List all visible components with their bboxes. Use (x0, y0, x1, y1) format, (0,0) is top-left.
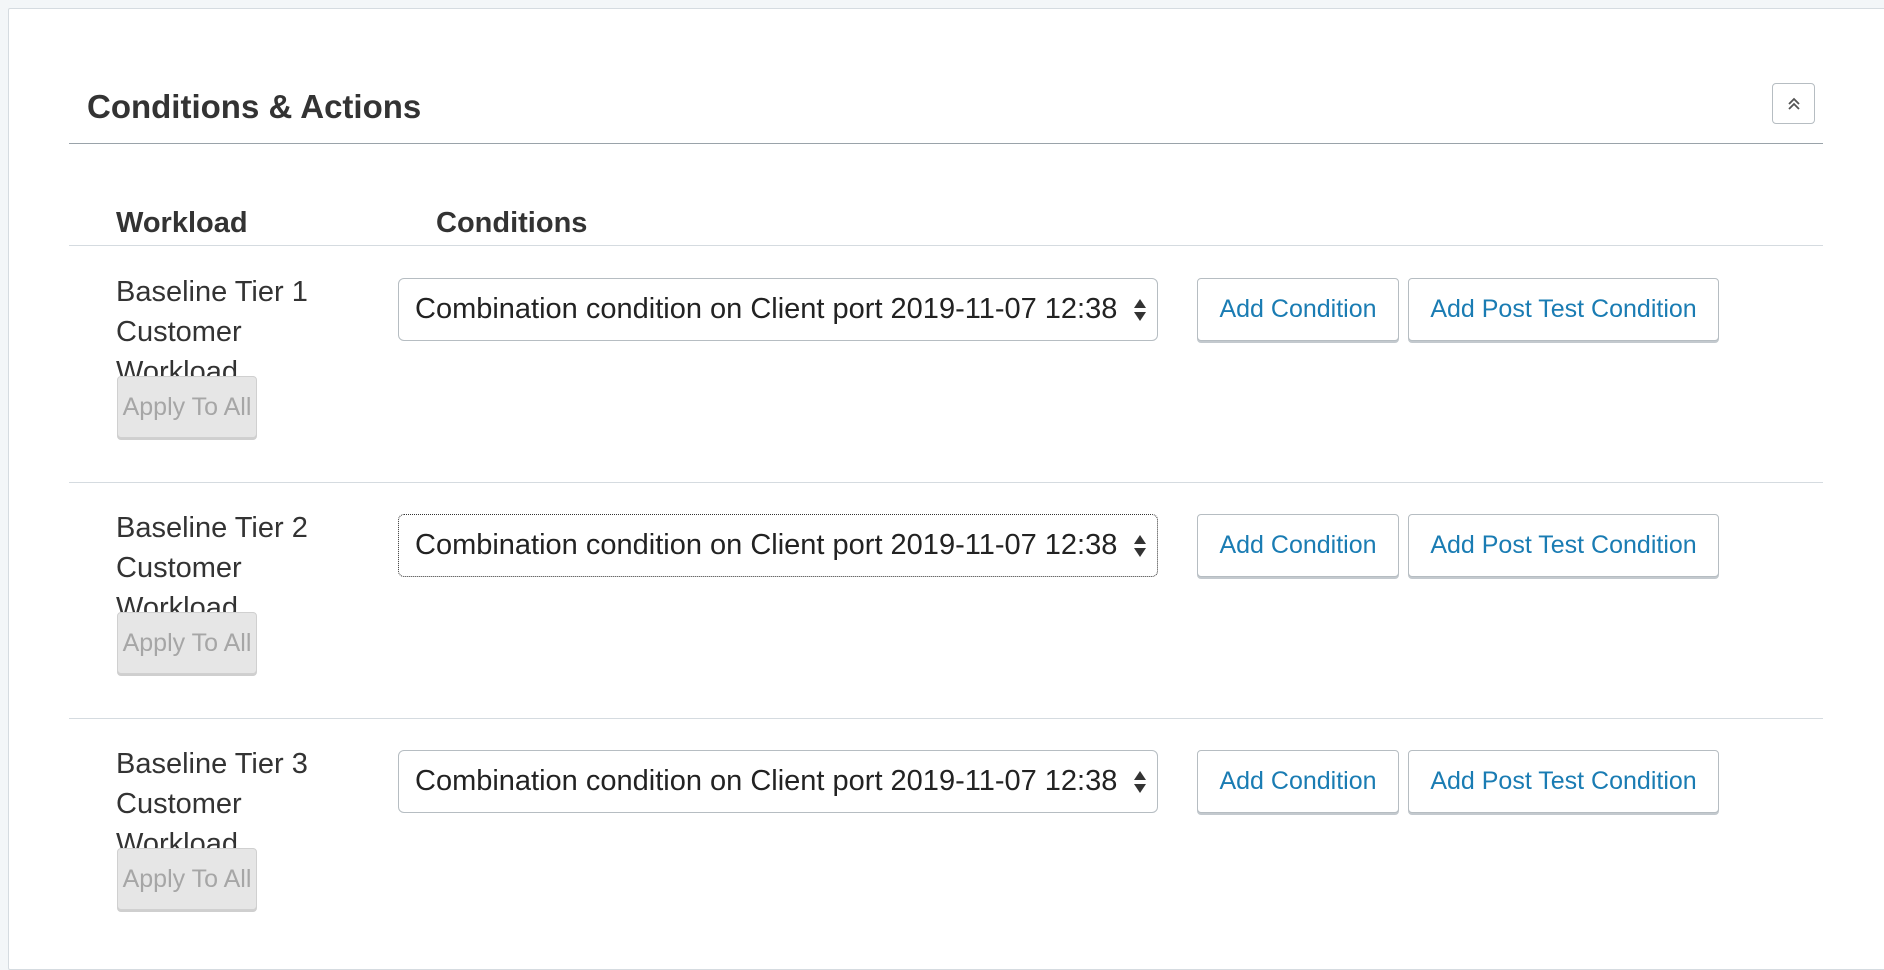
workload-name-line1: Baseline Tier 2 (116, 512, 308, 544)
apply-to-all-button[interactable]: Apply To All (117, 848, 257, 910)
condition-select-value: Combination condition on Client port 201… (415, 529, 1118, 561)
workload-column-header: Workload (116, 207, 248, 239)
add-condition-button[interactable]: Add Condition (1197, 278, 1399, 341)
select-arrows-icon (1134, 299, 1146, 321)
add-post-test-condition-button[interactable]: Add Post Test Condition (1408, 750, 1719, 813)
conditions-actions-panel: Conditions & Actions Workload Conditions… (8, 8, 1884, 970)
workload-name: Baseline Tier 2 Customer Workload (116, 508, 356, 628)
condition-select[interactable]: Combination condition on Client port 201… (398, 750, 1158, 813)
select-arrows-icon (1134, 535, 1146, 557)
collapse-button[interactable] (1772, 83, 1815, 124)
workload-name: Baseline Tier 1 Customer Workload (116, 272, 356, 392)
add-post-test-condition-button[interactable]: Add Post Test Condition (1408, 278, 1719, 341)
condition-select[interactable]: Combination condition on Client port 201… (398, 514, 1158, 577)
double-chevron-up-icon (1787, 97, 1800, 110)
add-post-test-condition-button[interactable]: Add Post Test Condition (1408, 514, 1719, 577)
select-arrows-icon (1134, 771, 1146, 793)
panel-header: Conditions & Actions (69, 73, 1823, 144)
workload-name-line1: Baseline Tier 3 (116, 748, 308, 780)
condition-select-value: Combination condition on Client port 201… (415, 765, 1118, 797)
workload-row: Baseline Tier 2 Customer Workload Apply … (69, 482, 1823, 719)
panel-title: Conditions & Actions (87, 88, 422, 125)
add-condition-button[interactable]: Add Condition (1197, 514, 1399, 577)
condition-select-value: Combination condition on Client port 201… (415, 293, 1118, 325)
condition-select[interactable]: Combination condition on Client port 201… (398, 278, 1158, 341)
column-headers: Workload Conditions (69, 199, 1823, 246)
apply-to-all-button[interactable]: Apply To All (117, 612, 257, 674)
workload-name-line1: Baseline Tier 1 (116, 276, 308, 308)
apply-to-all-button[interactable]: Apply To All (117, 376, 257, 438)
add-condition-button[interactable]: Add Condition (1197, 750, 1399, 813)
conditions-column-header: Conditions (436, 207, 588, 239)
workload-row: Baseline Tier 1 Customer Workload Apply … (69, 246, 1823, 483)
workload-name: Baseline Tier 3 Customer Workload (116, 744, 356, 864)
workload-row: Baseline Tier 3 Customer Workload Apply … (69, 718, 1823, 954)
